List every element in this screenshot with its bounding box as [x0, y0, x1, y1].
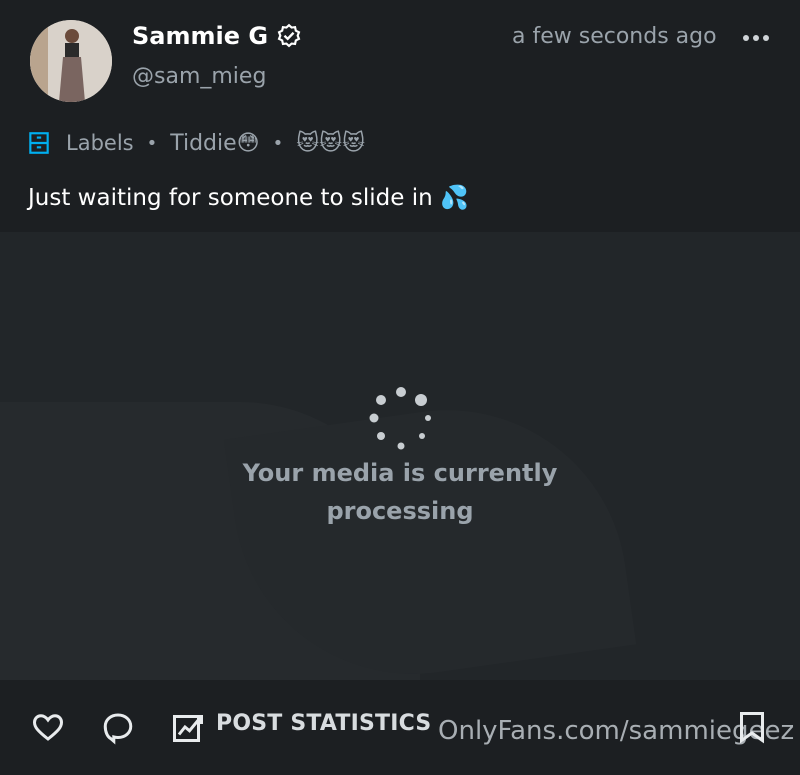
more-options-icon[interactable]: [738, 24, 774, 52]
bookmark-icon[interactable]: [734, 709, 770, 745]
label-tag[interactable]: Tiddie😳: [170, 131, 259, 156]
label-separator: •: [272, 132, 284, 154]
verified-icon: [277, 23, 301, 48]
avatar[interactable]: [30, 20, 112, 102]
processing-status: Your media is currently processing: [242, 459, 558, 525]
post-statistics-button[interactable]: POST STATISTICS: [216, 711, 431, 736]
labels-title[interactable]: Labels: [66, 131, 134, 155]
comment-icon[interactable]: [100, 709, 136, 745]
post-actions-bar: POST STATISTICS OnlyFans.com/sammiegeez: [0, 680, 800, 775]
post-text: Just waiting for someone to slide in 💦: [28, 185, 469, 211]
author-name[interactable]: Sammie G: [132, 22, 268, 50]
author-handle[interactable]: @sam_mieg: [132, 64, 266, 89]
post-header: Sammie G @sam_mieg a few seconds ago: [0, 0, 800, 120]
label-separator: •: [146, 132, 158, 154]
labels-icon[interactable]: [26, 130, 52, 156]
like-icon[interactable]: [30, 709, 66, 745]
spinner-icon: [369, 387, 431, 450]
labels-row: Labels • Tiddie😳 • 😻😻😻: [26, 126, 365, 160]
label-tag[interactable]: 😻😻😻: [296, 131, 365, 156]
media-placeholder: Your media is currently processing: [0, 232, 800, 680]
statistics-icon[interactable]: [170, 709, 206, 745]
post-timestamp: a few seconds ago: [512, 24, 717, 49]
